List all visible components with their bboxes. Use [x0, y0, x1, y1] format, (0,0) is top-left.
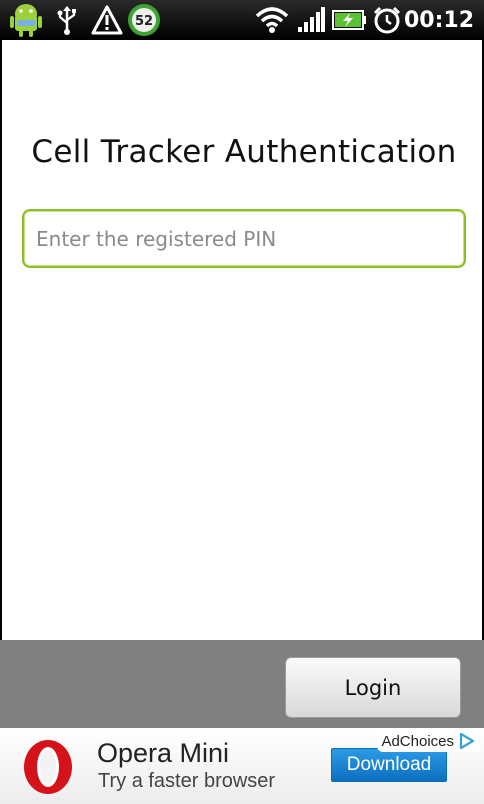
warning-icon: [90, 0, 124, 40]
android-debug-icon: [8, 0, 44, 40]
ad-tagline[interactable]: Try a faster browser: [98, 770, 275, 793]
battery-charging-icon: [330, 0, 368, 40]
action-bar: Login: [0, 640, 484, 728]
pin-input[interactable]: [22, 209, 466, 268]
battery-level-badge-icon: 52: [126, 0, 162, 40]
ad-download-button[interactable]: Download: [331, 748, 447, 782]
ad-banner[interactable]: Opera Mini Try a faster browser Download…: [0, 728, 484, 804]
signal-icon: [296, 0, 326, 40]
login-screen: Cell Tracker Authentication: [0, 40, 484, 640]
page-title: Cell Tracker Authentication: [31, 134, 457, 170]
battery-badge-text: 52: [135, 14, 153, 29]
ad-brand[interactable]: Opera Mini: [97, 738, 229, 769]
alarm-clock-icon: [371, 0, 403, 40]
adchoices-label[interactable]: AdChoices: [381, 733, 454, 750]
status-bar: 52 00:12: [0, 0, 484, 40]
opera-logo-icon[interactable]: [22, 738, 74, 796]
login-button[interactable]: Login: [285, 657, 461, 718]
adchoices[interactable]: AdChoices: [377, 730, 480, 752]
usb-icon: [54, 0, 80, 40]
wifi-icon: [254, 0, 290, 40]
adchoices-icon[interactable]: [458, 732, 476, 750]
status-time: 00:12: [403, 8, 474, 33]
